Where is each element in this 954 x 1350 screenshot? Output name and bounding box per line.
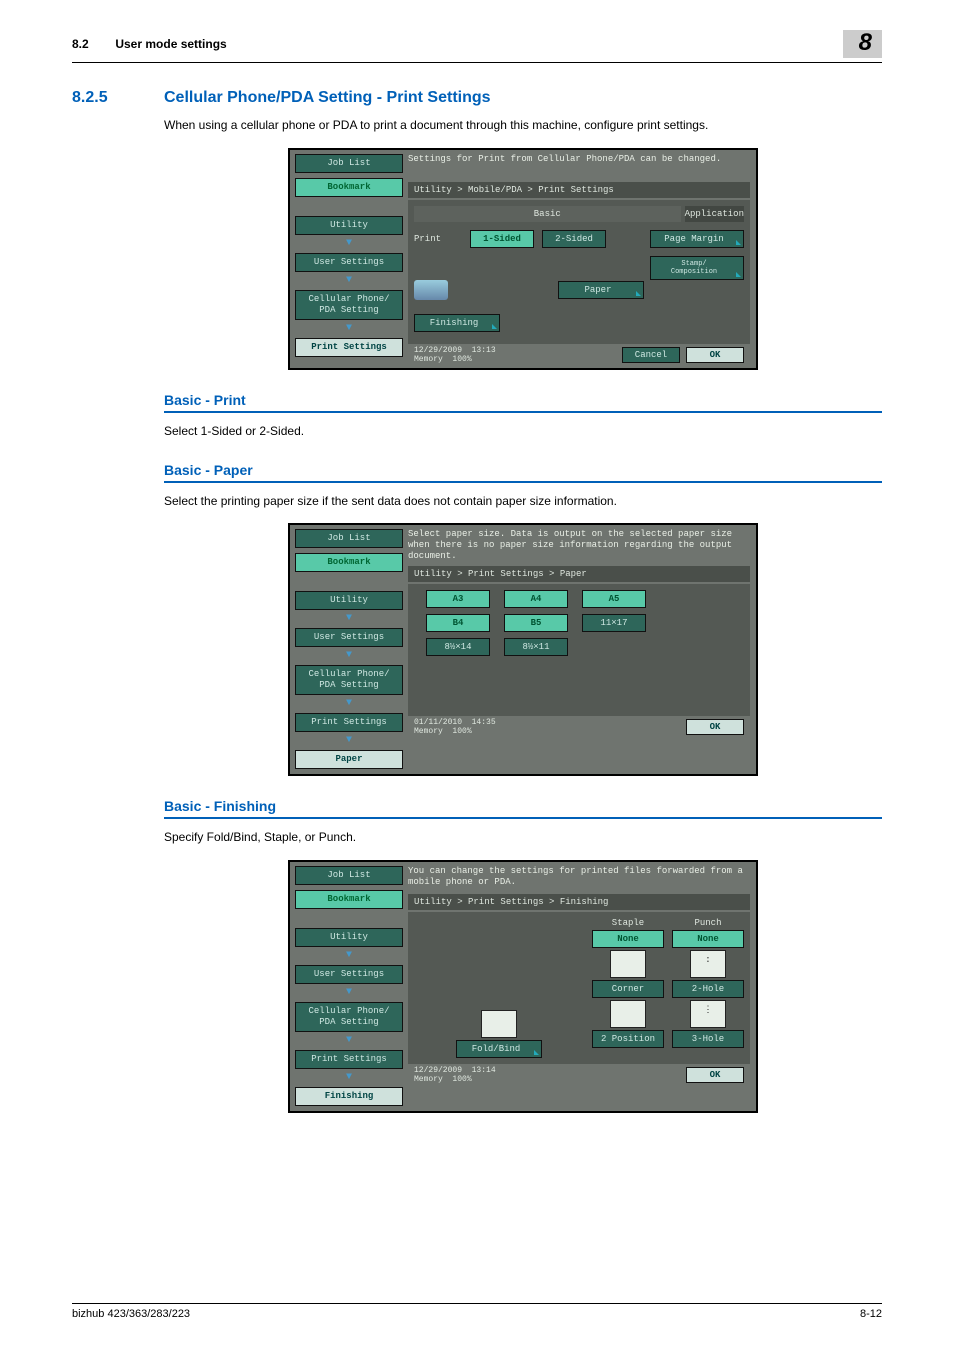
subhead-basic-print: Basic - Print: [164, 392, 882, 413]
punch-heading: Punch: [672, 918, 744, 928]
ok-button[interactable]: OK: [686, 347, 744, 363]
panel-message: You can change the settings for printed …: [408, 866, 750, 890]
stamp-composition-button[interactable]: Stamp/ Composition: [650, 256, 744, 280]
punch-2hole-button[interactable]: 2-Hole: [672, 980, 744, 998]
ok-button[interactable]: OK: [686, 1067, 744, 1083]
size-a5-button[interactable]: A5: [582, 590, 646, 608]
punch-3hole-icon: [690, 1000, 726, 1028]
chapter-badge: 8: [843, 30, 882, 58]
header-section: 8.2 User mode settings: [72, 37, 843, 51]
sidebar-paper[interactable]: Paper: [295, 750, 403, 769]
subhead-basic-paper: Basic - Paper: [164, 462, 882, 483]
section-number: 8.2.5: [72, 89, 164, 107]
chevron-down-icon: ▼: [295, 952, 403, 960]
panel-message: Settings for Print from Cellular Phone/P…: [408, 154, 750, 178]
chevron-down-icon: ▼: [295, 1074, 403, 1082]
sidebar-finishing[interactable]: Finishing: [295, 1087, 403, 1106]
staple-corner-icon: [610, 950, 646, 978]
job-list-button[interactable]: Job List: [295, 866, 403, 885]
text-basic-finishing: Specify Fold/Bind, Staple, or Punch.: [164, 829, 882, 846]
chevron-down-icon: ▼: [295, 240, 403, 248]
print-label: Print: [414, 234, 462, 244]
size-b5-button[interactable]: B5: [504, 614, 568, 632]
punch-3hole-button[interactable]: 3-Hole: [672, 1030, 744, 1048]
breadcrumb: Utility > Print Settings > Paper: [408, 566, 750, 582]
sidebar-user-settings[interactable]: User Settings: [295, 628, 403, 647]
section-intro: When using a cellular phone or PDA to pr…: [164, 117, 882, 134]
staple-heading: Staple: [592, 918, 664, 928]
staple-corner-button[interactable]: Corner: [592, 980, 664, 998]
sidebar-utility[interactable]: Utility: [295, 591, 403, 610]
bookmark-button[interactable]: Bookmark: [295, 553, 403, 572]
sidebar-user-settings[interactable]: User Settings: [295, 965, 403, 984]
section-heading: 8.2.5 Cellular Phone/PDA Setting - Print…: [72, 89, 882, 107]
size-11x17-button[interactable]: 11×17: [582, 614, 646, 632]
status-datetime: 12/29/2009 13:13 Memory 100%: [414, 346, 616, 364]
screenshot-print-settings: Job List Bookmark Utility ▼ User Setting…: [288, 148, 758, 370]
header-section-title: User mode settings: [115, 37, 226, 51]
one-sided-button[interactable]: 1-Sided: [470, 230, 534, 248]
chevron-down-icon: ▼: [295, 615, 403, 623]
footer-page: 8-12: [860, 1308, 882, 1320]
screenshot-paper: Job List Bookmark Utility ▼ User Setting…: [288, 523, 758, 776]
printer-icon: [414, 280, 448, 300]
sidebar-cell-pda[interactable]: Cellular Phone/ PDA Setting: [295, 1002, 403, 1032]
sidebar-print-settings[interactable]: Print Settings: [295, 338, 403, 357]
status-datetime: 01/11/2010 14:35 Memory 100%: [414, 718, 680, 736]
sidebar-user-settings[interactable]: User Settings: [295, 253, 403, 272]
screenshot-finishing: Job List Bookmark Utility ▼ User Setting…: [288, 860, 758, 1113]
paper-button[interactable]: Paper: [558, 281, 644, 299]
breadcrumb: Utility > Mobile/PDA > Print Settings: [408, 182, 750, 198]
size-a4-button[interactable]: A4: [504, 590, 568, 608]
sidebar-print-settings[interactable]: Print Settings: [295, 1050, 403, 1069]
staple-2pos-icon: [610, 1000, 646, 1028]
chevron-down-icon: ▼: [295, 700, 403, 708]
bookmark-button[interactable]: Bookmark: [295, 890, 403, 909]
sidebar-utility[interactable]: Utility: [295, 216, 403, 235]
sidebar-print-settings[interactable]: Print Settings: [295, 713, 403, 732]
tab-basic[interactable]: Basic: [414, 206, 681, 222]
chevron-down-icon: ▼: [295, 989, 403, 997]
text-basic-print: Select 1-Sided or 2-Sided.: [164, 423, 882, 440]
sidebar-utility[interactable]: Utility: [295, 928, 403, 947]
section-title: Cellular Phone/PDA Setting - Print Setti…: [164, 89, 491, 107]
chevron-down-icon: ▼: [295, 652, 403, 660]
chevron-down-icon: ▼: [295, 1037, 403, 1045]
size-8x11-button[interactable]: 8½×11: [504, 638, 568, 656]
size-b4-button[interactable]: B4: [426, 614, 490, 632]
staple-2position-button[interactable]: 2 Position: [592, 1030, 664, 1048]
fold-bind-icon: [481, 1010, 517, 1038]
size-8x14-button[interactable]: 8½×14: [426, 638, 490, 656]
fold-bind-button[interactable]: Fold/Bind: [456, 1040, 542, 1058]
job-list-button[interactable]: Job List: [295, 154, 403, 173]
chevron-down-icon: ▼: [295, 737, 403, 745]
footer-model: bizhub 423/363/283/223: [72, 1308, 190, 1320]
page-header: 8.2 User mode settings 8: [72, 30, 882, 63]
breadcrumb: Utility > Print Settings > Finishing: [408, 894, 750, 910]
header-section-num: 8.2: [72, 37, 112, 51]
sidebar-cell-pda[interactable]: Cellular Phone/ PDA Setting: [295, 665, 403, 695]
job-list-button[interactable]: Job List: [295, 529, 403, 548]
panel-message: Select paper size. Data is output on the…: [408, 529, 750, 562]
chevron-down-icon: ▼: [295, 325, 403, 333]
finishing-button[interactable]: Finishing: [414, 314, 500, 332]
size-a3-button[interactable]: A3: [426, 590, 490, 608]
staple-none-button[interactable]: None: [592, 930, 664, 948]
punch-none-button[interactable]: None: [672, 930, 744, 948]
cancel-button[interactable]: Cancel: [622, 347, 680, 363]
status-datetime: 12/29/2009 13:14 Memory 100%: [414, 1066, 680, 1084]
tab-application[interactable]: Application: [685, 206, 744, 222]
page-footer: bizhub 423/363/283/223 8-12: [72, 1303, 882, 1320]
text-basic-paper: Select the printing paper size if the se…: [164, 493, 882, 510]
chevron-down-icon: ▼: [295, 277, 403, 285]
punch-2hole-icon: [690, 950, 726, 978]
bookmark-button[interactable]: Bookmark: [295, 178, 403, 197]
sidebar-cell-pda[interactable]: Cellular Phone/ PDA Setting: [295, 290, 403, 320]
subhead-basic-finishing: Basic - Finishing: [164, 798, 882, 819]
ok-button[interactable]: OK: [686, 719, 744, 735]
two-sided-button[interactable]: 2-Sided: [542, 230, 606, 248]
page-margin-button[interactable]: Page Margin: [650, 230, 744, 248]
